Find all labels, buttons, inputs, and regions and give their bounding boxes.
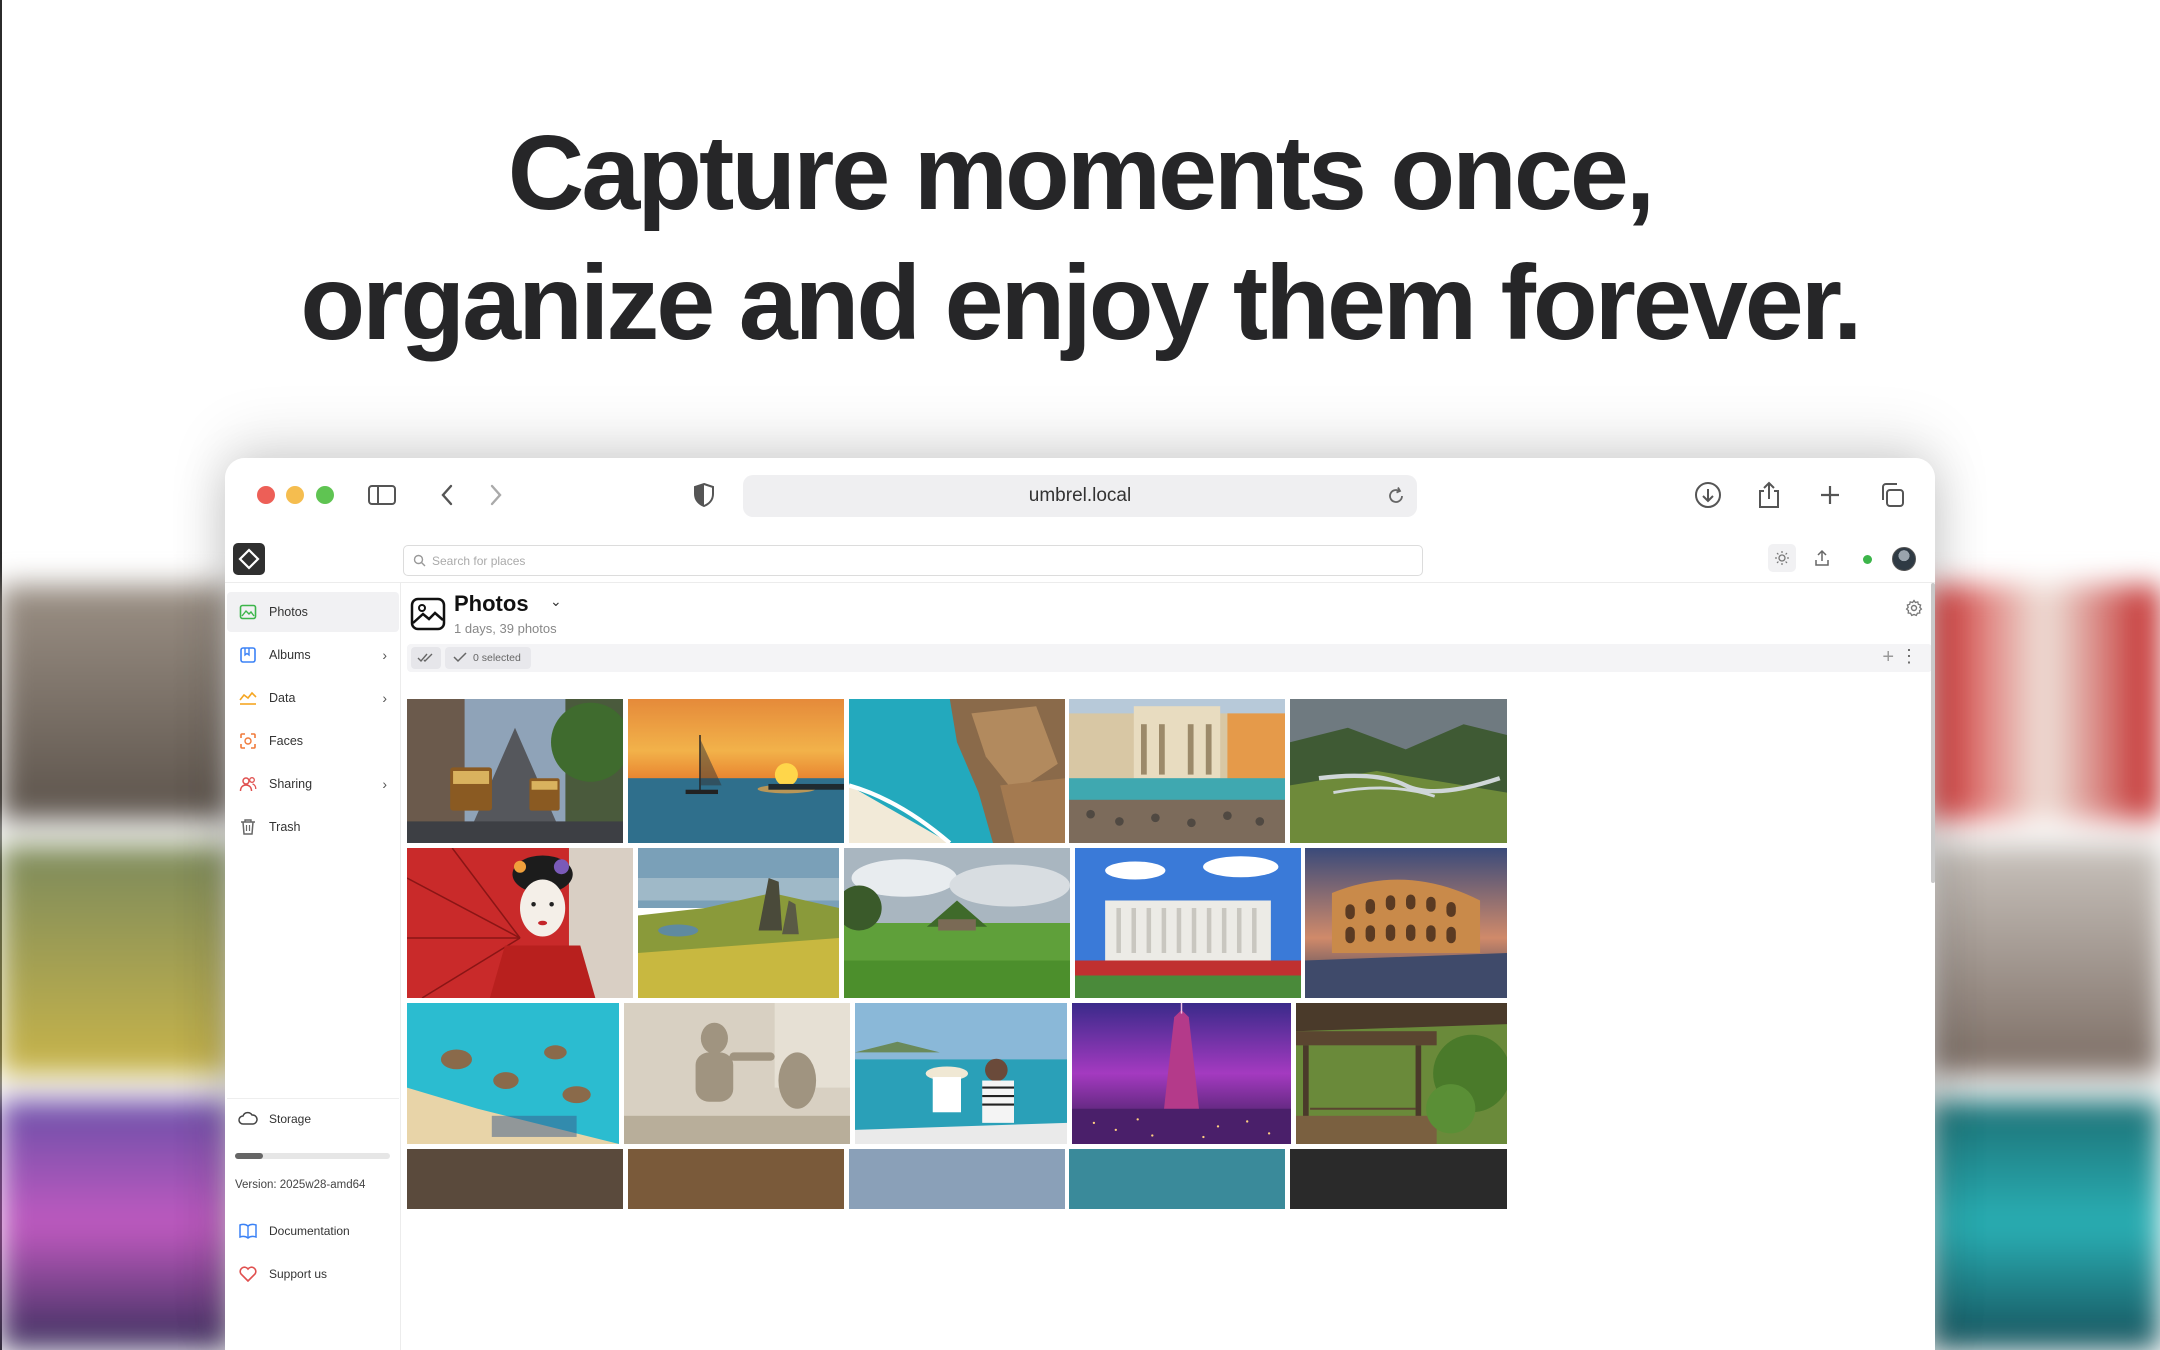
page-subtitle: 1 days, 39 photos: [454, 621, 557, 636]
blurred-background-left: [0, 585, 230, 1350]
sidebar-item-albums[interactable]: Albums ›: [227, 635, 399, 675]
main-content: Photos ⌄ 1 days, 39 photos 0 selected + …: [402, 583, 1935, 1350]
app-logo-icon[interactable]: [233, 543, 265, 575]
selection-bar: 0 selected + ⋮: [407, 644, 1932, 672]
version-text: Version: 2025w28-amd64: [235, 1179, 366, 1191]
sidebar-item-label: Albums: [269, 648, 311, 662]
minimize-window-button[interactable]: [286, 486, 304, 504]
new-tab-icon[interactable]: [1815, 480, 1845, 510]
browser-window: umbrel.local Search for places Photos Al…: [225, 458, 1935, 1350]
photo-thumbnail[interactable]: [855, 1003, 1067, 1144]
app-top-bar: Search for places: [225, 533, 1935, 583]
chevron-right-icon: ›: [382, 776, 387, 792]
support-label: Support us: [269, 1267, 328, 1281]
downloads-icon[interactable]: [1693, 480, 1723, 510]
photo-thumbnail[interactable]: [638, 848, 839, 998]
photo-thumbnail[interactable]: [407, 1003, 619, 1144]
close-window-button[interactable]: [257, 486, 275, 504]
sidebar-item-label: Sharing: [269, 777, 313, 791]
photo-thumbnail[interactable]: [407, 848, 633, 998]
search-input[interactable]: Search for places: [403, 545, 1423, 576]
sidebar-item-faces[interactable]: Faces: [227, 721, 399, 761]
storage-label: Storage: [269, 1111, 312, 1126]
add-icon[interactable]: +: [1882, 646, 1894, 669]
photo-thumbnail[interactable]: [628, 699, 844, 843]
photo-thumbnail[interactable]: [1075, 848, 1301, 998]
photo-thumbnail[interactable]: [849, 1149, 1065, 1209]
cloud-icon: [237, 1108, 259, 1130]
sidebar: Photos Albums › Data › Faces Sharing › T…: [225, 583, 401, 1350]
photo-thumbnail[interactable]: [1069, 699, 1285, 843]
support-link[interactable]: Support us: [227, 1256, 399, 1292]
blurred-background-right: [1930, 585, 2160, 1350]
documentation-label: Documentation: [269, 1224, 350, 1238]
search-icon: [413, 554, 426, 570]
data-icon: [237, 687, 259, 709]
theme-toggle-button[interactable]: [1768, 544, 1796, 572]
sidebar-toggle-icon[interactable]: [367, 480, 397, 510]
search-placeholder: Search for places: [432, 553, 526, 568]
photo-thumbnail[interactable]: [1290, 1149, 1507, 1209]
sidebar-item-label: Faces: [269, 734, 304, 748]
sidebar-item-data[interactable]: Data ›: [227, 678, 399, 718]
browser-toolbar: umbrel.local: [225, 458, 1935, 533]
faces-icon: [237, 730, 259, 752]
select-all-button[interactable]: [411, 647, 441, 669]
gear-icon[interactable]: [1905, 599, 1923, 622]
storage-item[interactable]: Storage: [227, 1098, 399, 1138]
photo-thumbnail[interactable]: [624, 1003, 850, 1144]
chevron-right-icon: ›: [382, 647, 387, 663]
photo-thumbnail[interactable]: [1290, 699, 1507, 843]
photos-header-icon: [410, 596, 446, 632]
more-options-icon[interactable]: ⋮: [1900, 646, 1918, 667]
headline: Capture moments once, organize and enjoy…: [0, 108, 2160, 368]
check-icon: [453, 651, 467, 666]
share-icon[interactable]: [1754, 480, 1784, 510]
trash-icon: [237, 816, 259, 838]
heart-icon: [237, 1263, 259, 1285]
photo-thumbnail[interactable]: [849, 699, 1065, 843]
sidebar-item-label: Photos: [269, 605, 308, 619]
photo-thumbnail[interactable]: [1069, 1149, 1285, 1209]
albums-icon: [237, 644, 259, 666]
photo-thumbnail[interactable]: [1072, 1003, 1291, 1144]
sidebar-item-trash[interactable]: Trash: [227, 807, 399, 847]
photo-thumbnail[interactable]: [1305, 848, 1507, 998]
photo-thumbnail[interactable]: [628, 1149, 844, 1209]
address-text: umbrel.local: [1028, 485, 1132, 506]
sidebar-item-label: Trash: [269, 820, 301, 834]
back-icon[interactable]: [432, 480, 462, 510]
storage-usage-bar: [235, 1153, 390, 1159]
selection-count: 0 selected: [445, 647, 531, 669]
headline-line-2: organize and enjoy them forever.: [300, 244, 1862, 362]
sidebar-item-photos[interactable]: Photos: [227, 592, 399, 632]
address-bar[interactable]: umbrel.local: [743, 475, 1417, 517]
maximize-window-button[interactable]: [316, 486, 334, 504]
photo-thumbnail[interactable]: [1296, 1003, 1507, 1144]
photo-thumbnail[interactable]: [844, 848, 1070, 998]
headline-line-1: Capture moments once,: [507, 114, 1655, 232]
tab-overview-icon[interactable]: [1877, 480, 1907, 510]
sharing-icon: [237, 773, 259, 795]
upload-icon[interactable]: [1808, 544, 1836, 572]
documentation-link[interactable]: Documentation: [227, 1213, 399, 1249]
storage-usage-fill: [235, 1153, 263, 1159]
forward-icon[interactable]: [481, 480, 511, 510]
sidebar-item-sharing[interactable]: Sharing ›: [227, 764, 399, 804]
page-title[interactable]: Photos: [454, 591, 529, 617]
chevron-down-icon[interactable]: ⌄: [550, 593, 562, 610]
selection-count-label: 0 selected: [473, 652, 521, 664]
photo-thumbnail[interactable]: [407, 699, 623, 843]
server-status-indicator: [1863, 555, 1872, 564]
photo-thumbnail[interactable]: [407, 1149, 623, 1209]
chevron-right-icon: ›: [382, 690, 387, 706]
scrollbar[interactable]: [1931, 583, 1935, 883]
book-icon: [237, 1220, 259, 1242]
user-avatar[interactable]: [1892, 547, 1916, 571]
photos-app: Search for places Photos Albums › Data ›…: [225, 533, 1935, 1350]
sidebar-item-label: Data: [269, 691, 296, 705]
photos-icon: [237, 601, 259, 623]
reload-icon[interactable]: [1385, 485, 1407, 507]
privacy-shield-icon[interactable]: [689, 480, 719, 510]
